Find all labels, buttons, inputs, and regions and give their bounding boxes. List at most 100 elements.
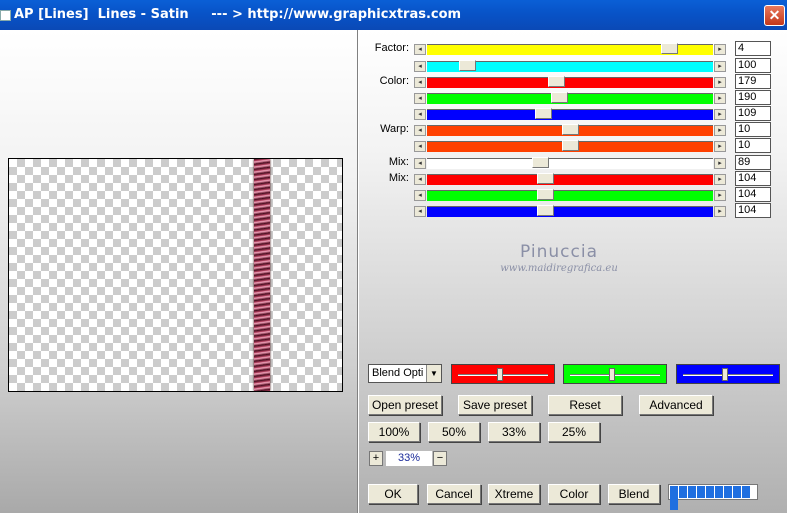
arrow-left-icon[interactable]: ◂	[414, 109, 426, 120]
arrow-right-icon[interactable]: ▸	[714, 61, 726, 72]
slider-thumb[interactable]	[535, 108, 552, 119]
zoom-25-button[interactable]: 25%	[548, 422, 600, 442]
parameter-slider[interactable]: ◂ ▸	[414, 124, 726, 136]
arrow-right-icon[interactable]: ▸	[714, 93, 726, 104]
parameter-slider[interactable]: ◂ ▸	[414, 92, 726, 104]
blue-blend-slider[interactable]	[676, 364, 780, 384]
arrow-left-icon[interactable]: ◂	[414, 206, 426, 217]
slider-thumb[interactable]	[661, 43, 678, 54]
slider-thumb[interactable]	[537, 189, 554, 200]
slider-value-field[interactable]: 104	[735, 171, 771, 186]
blend-button[interactable]: Blend	[608, 484, 660, 504]
red-blend-slider[interactable]	[451, 364, 555, 384]
slider-thumb[interactable]	[722, 368, 728, 381]
slider-track[interactable]	[427, 108, 713, 120]
arrow-left-icon[interactable]: ◂	[414, 61, 426, 72]
progress-segment	[697, 486, 705, 498]
slider-track[interactable]	[427, 205, 713, 217]
arrow-left-icon[interactable]: ◂	[414, 44, 426, 55]
green-blend-slider[interactable]	[563, 364, 667, 384]
slider-track[interactable]	[427, 43, 713, 55]
slider-value-field[interactable]: 109	[735, 106, 771, 121]
slider-value-field[interactable]: 100	[735, 58, 771, 73]
save-preset-button[interactable]: Save preset	[458, 395, 532, 415]
xtreme-button[interactable]: Xtreme	[488, 484, 540, 504]
zoom-decrease-button[interactable]: −	[433, 451, 447, 466]
slider-thumb[interactable]	[562, 140, 579, 151]
arrow-right-icon[interactable]: ▸	[714, 206, 726, 217]
arrow-right-icon[interactable]: ▸	[714, 190, 726, 201]
slider-value-field[interactable]: 104	[735, 203, 771, 218]
slider-thumb[interactable]	[459, 60, 476, 71]
slider-value-field[interactable]: 89	[735, 155, 771, 170]
slider-value-field[interactable]: 10	[735, 138, 771, 153]
arrow-left-icon[interactable]: ◂	[414, 158, 426, 169]
slider-value-field[interactable]: 4	[735, 41, 771, 56]
watermark-name: Pinuccia	[520, 242, 598, 262]
arrow-right-icon[interactable]: ▸	[714, 141, 726, 152]
reset-button[interactable]: Reset	[548, 395, 622, 415]
system-menu-icon[interactable]	[0, 10, 11, 21]
advanced-button[interactable]: Advanced	[639, 395, 713, 415]
slider-thumb[interactable]	[562, 124, 579, 135]
slider-track[interactable]	[427, 157, 713, 169]
slider-track[interactable]	[427, 189, 713, 201]
zoom-50-button[interactable]: 50%	[428, 422, 480, 442]
arrow-right-icon[interactable]: ▸	[714, 77, 726, 88]
parameter-slider[interactable]: ◂ ▸	[414, 189, 726, 201]
slider-thumb[interactable]	[497, 368, 503, 381]
slider-track[interactable]	[427, 124, 713, 136]
close-button[interactable]: ✕	[764, 5, 785, 26]
slider-value-field[interactable]: 104	[735, 187, 771, 202]
zoom-100-button[interactable]: 100%	[368, 422, 420, 442]
arrow-right-icon[interactable]: ▸	[714, 44, 726, 55]
progress-bar	[668, 484, 758, 510]
slider-thumb[interactable]	[537, 205, 554, 216]
slider-thumb[interactable]	[551, 92, 568, 103]
color-button[interactable]: Color	[548, 484, 600, 504]
arrow-left-icon[interactable]: ◂	[414, 141, 426, 152]
arrow-left-icon[interactable]: ◂	[414, 190, 426, 201]
arrow-left-icon[interactable]: ◂	[414, 125, 426, 136]
arrow-left-icon[interactable]: ◂	[414, 77, 426, 88]
slider-track[interactable]	[427, 76, 713, 88]
parameter-slider[interactable]: ◂ ▸	[414, 108, 726, 120]
arrow-right-icon[interactable]: ▸	[714, 109, 726, 120]
preview-canvas[interactable]	[8, 158, 343, 392]
ok-button[interactable]: OK	[368, 484, 418, 504]
parameter-slider[interactable]: ◂ ▸	[414, 157, 726, 169]
slider-value-field[interactable]: 190	[735, 90, 771, 105]
zoom-increase-button[interactable]: +	[369, 451, 383, 466]
cancel-button[interactable]: Cancel	[427, 484, 481, 504]
zoom-level-field[interactable]: 33%	[386, 451, 432, 466]
slider-value-field[interactable]: 179	[735, 74, 771, 89]
parameter-slider[interactable]: ◂ ▸	[414, 60, 726, 72]
slider-thumb[interactable]	[537, 173, 554, 184]
progress-segment	[670, 498, 678, 510]
slider-value-field[interactable]: 10	[735, 122, 771, 137]
slider-track[interactable]	[427, 173, 713, 185]
parameter-slider[interactable]: ◂ ▸	[414, 43, 726, 55]
arrow-left-icon[interactable]: ◂	[414, 174, 426, 185]
open-preset-button[interactable]: Open preset	[368, 395, 442, 415]
parameter-slider[interactable]: ◂ ▸	[414, 76, 726, 88]
preview-panel	[0, 30, 358, 513]
arrow-right-icon[interactable]: ▸	[714, 174, 726, 185]
arrow-right-icon[interactable]: ▸	[714, 125, 726, 136]
arrow-right-icon[interactable]: ▸	[714, 158, 726, 169]
parameter-slider[interactable]: ◂ ▸	[414, 173, 726, 185]
slider-thumb[interactable]	[609, 368, 615, 381]
progress-segment	[679, 486, 687, 498]
slider-thumb[interactable]	[532, 157, 549, 168]
chevron-down-icon[interactable]: ▼	[426, 365, 441, 382]
slider-track[interactable]	[427, 60, 713, 72]
slider-thumb[interactable]	[548, 76, 565, 87]
parameter-slider[interactable]: ◂ ▸	[414, 205, 726, 217]
satin-line-preview	[254, 159, 270, 391]
blend-options-select[interactable]: Blend Opti ▼	[368, 364, 442, 383]
slider-track[interactable]	[427, 92, 713, 104]
parameter-slider[interactable]: ◂ ▸	[414, 140, 726, 152]
arrow-left-icon[interactable]: ◂	[414, 93, 426, 104]
slider-track[interactable]	[427, 140, 713, 152]
zoom-33-button[interactable]: 33%	[488, 422, 540, 442]
